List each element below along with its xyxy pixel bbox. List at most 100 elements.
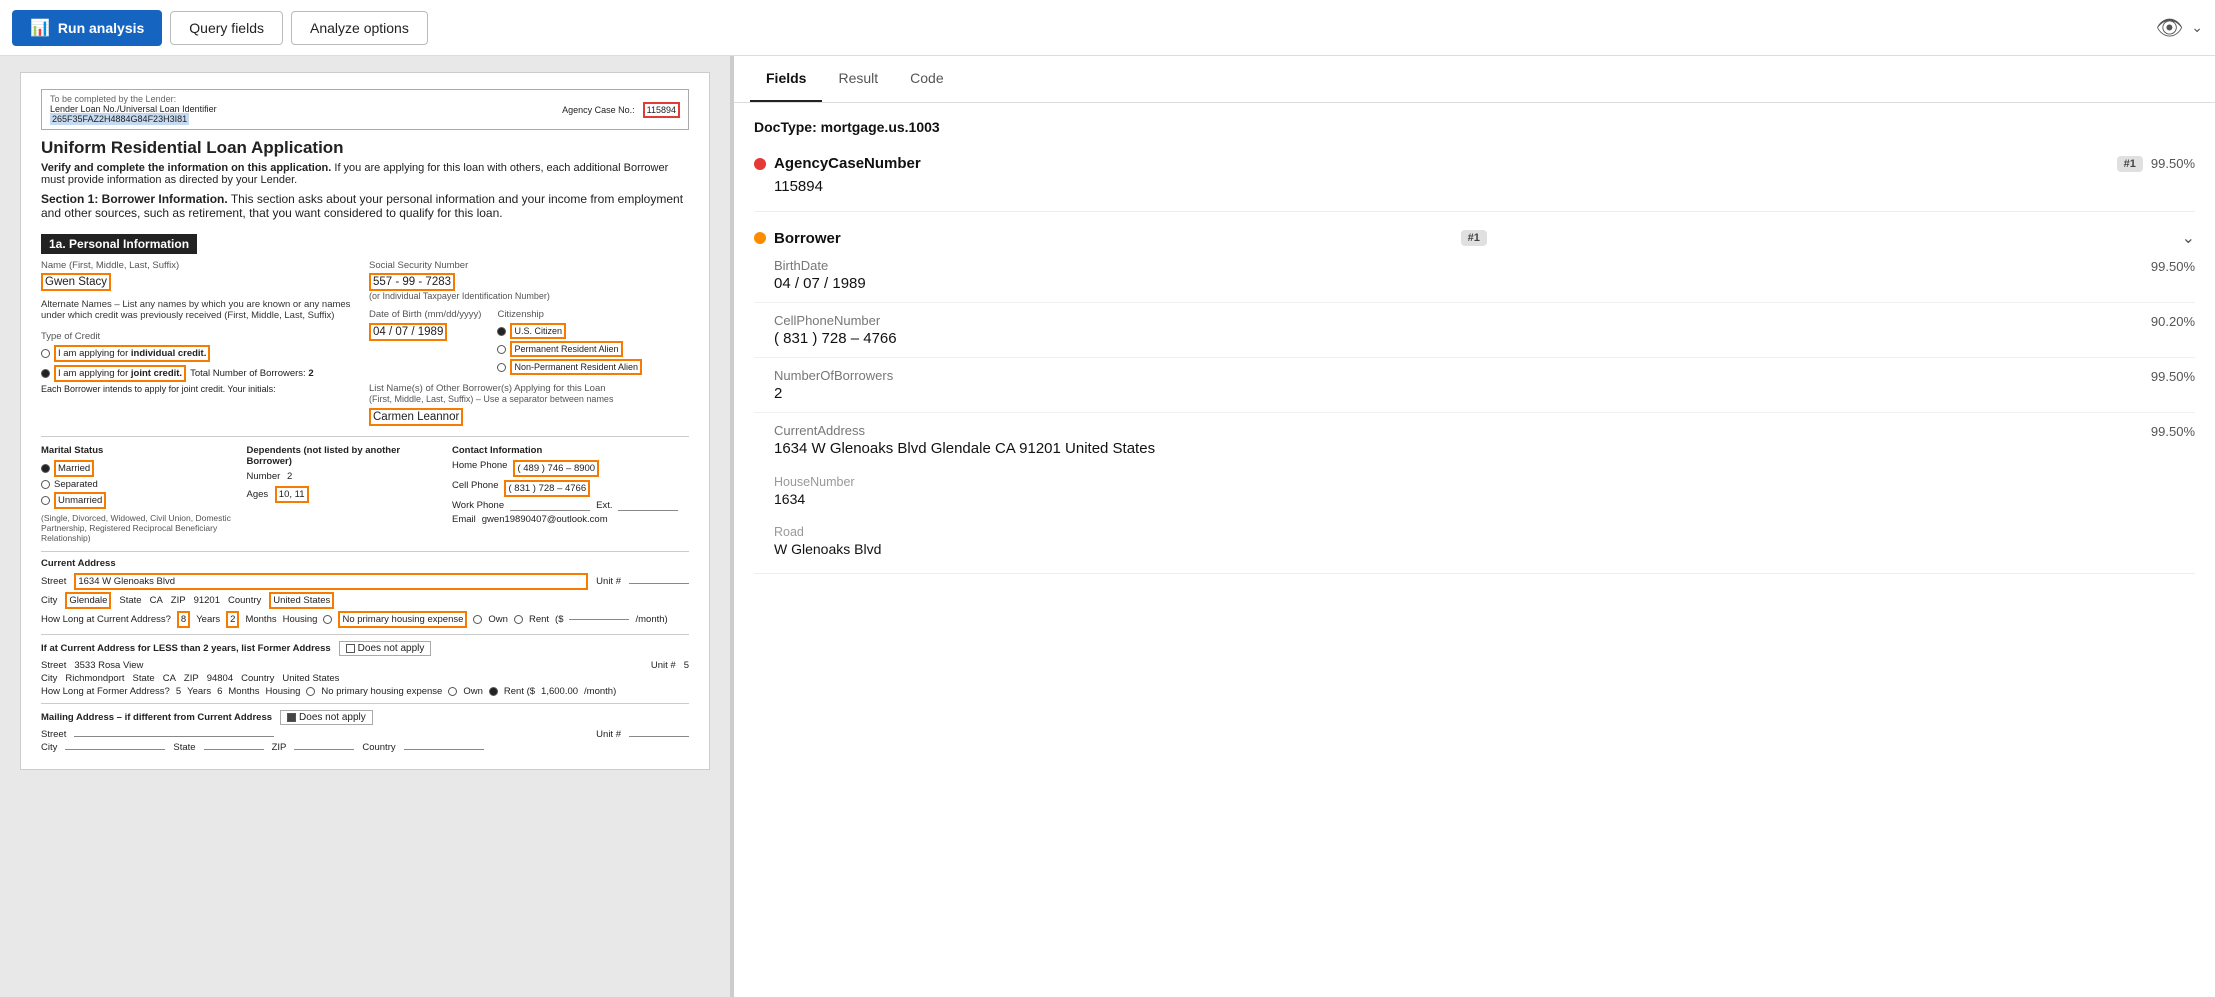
does-not-apply-checkbox-2 [287,713,296,722]
field-dot-red [754,158,766,170]
marital-married-label: Married [54,460,94,477]
work-phone-row: Work Phone Ext. [452,500,689,511]
road-label: Road [774,525,804,539]
agency-case-group: Agency Case No.: 115894 [562,102,680,118]
does-not-apply-checkbox-1 [346,644,355,653]
country-value: United States [269,592,334,609]
city-value: Glendale [65,592,111,609]
dob-section: Date of Birth (mm/dd/yyyy) 04 / 07 / 198… [369,309,481,375]
mailing-state-label: State [173,742,195,753]
lender-label: To be completed by the Lender: [50,94,217,104]
field-borrower-header[interactable]: Borrower #1 ⌄ [754,228,2195,248]
radio-us-citizen [497,327,506,336]
contact-label: Contact Information [452,445,689,456]
document-title: Uniform Residential Loan Application [41,138,689,158]
radio-former-own [448,687,457,696]
mailing-street-value [74,736,274,737]
mailing-city-value [65,749,165,750]
eye-icon[interactable]: 👁 [2155,15,2183,41]
dependents-number-row: Number 2 [247,471,445,482]
former-rent-value: 1,600.00 [541,686,578,697]
agency-case-label: Agency Case No.: [562,105,635,115]
analyze-options-button[interactable]: Analyze options [291,11,428,45]
tab-code[interactable]: Code [894,56,959,102]
doctype-label: DocType: [754,119,817,135]
mailing-city-label: City [41,742,57,753]
mailing-unit-label: Unit # [596,729,621,740]
radio-nonpermanent [497,363,506,372]
right-panel-content: DocType: mortgage.us.1003 AgencyCaseNumb… [734,103,2215,997]
house-number-value: 1634 [774,491,2195,507]
run-analysis-button[interactable]: 📊 Run analysis [12,10,162,46]
citizenship-permanent: Permanent Resident Alien [497,341,642,357]
radio-permanent [497,345,506,354]
tab-result[interactable]: Result [822,56,894,102]
current-address-field-confidence: 99.50% [2151,424,2195,439]
mailing-street-row: Street Unit # [41,729,689,740]
num-borrowers-field-label: NumberOfBorrowers [774,368,893,383]
city-label: City [41,595,57,606]
mailing-address-label: Mailing Address – if different from Curr… [41,712,272,723]
dependents-ages-value: 10, 11 [275,486,309,503]
run-analysis-label: Run analysis [58,20,144,36]
former-how-long-label: How Long at Former Address? [41,686,170,697]
citizenship-us: U.S. Citizen [497,323,642,339]
sub-field-birthdate: BirthDate 99.50% 04 / 07 / 1989 [754,258,2195,292]
main-layout: To be completed by the Lender: Lender Lo… [0,56,2215,997]
former-state-label: State [133,673,155,684]
personal-right: Social Security Number 557 - 99 - 7283 (… [369,260,689,426]
joint-note: Each Borrower intends to apply for joint… [41,384,361,394]
subtitle-bold: Verify and complete the information on t… [41,162,331,174]
credit-type-label: Type of Credit [41,331,361,342]
radio-joint [41,369,50,378]
collapse-icon[interactable]: ⌄ [2182,228,2195,248]
mailing-state-value [204,749,264,750]
marital-section: Marital Status Married Separated Unmarri… [41,445,239,543]
mailing-city-row: City State ZIP Country [41,742,689,753]
state-value: CA [150,595,163,606]
does-not-apply-2-text: Does not apply [299,712,366,723]
mailing-address-header: Mailing Address – if different from Curr… [41,710,689,725]
former-country-label: Country [241,673,274,684]
former-address-section: If at Current Address for LESS than 2 ye… [41,634,689,697]
does-not-apply-box-2: Does not apply [280,710,373,725]
field-agency-case-value: 115894 [754,178,2195,195]
dob-citizenship-row: Date of Birth (mm/dd/yyyy) 04 / 07 / 198… [369,309,689,375]
query-fields-button[interactable]: Query fields [170,11,283,45]
credit-type-section: Type of Credit I am applying for individ… [41,331,361,394]
radio-former-no-housing [306,687,315,696]
name-label: Name (First, Middle, Last, Suffix) [41,260,361,271]
lender-loan-value: 265F35FAZ2H4884G84F23H3I81 [50,113,189,125]
cellphone-confidence: 90.20% [2151,314,2195,329]
former-city-value: Richmondport [65,673,124,684]
dependents-ages-row: Ages 10, 11 [247,486,445,503]
cellphone-label: CellPhoneNumber [774,313,880,328]
field-borrower: Borrower #1 ⌄ BirthDate 99.50% 04 / 07 /… [754,228,2195,574]
zip-value: 91201 [194,595,220,606]
former-street-value: 3533 Rosa View [74,660,143,671]
work-phone-value [510,500,590,511]
years-value: 8 [177,611,190,628]
radio-rent [514,615,523,624]
rent-per-month: /month) [635,614,667,625]
housing-label: Housing [283,614,318,625]
doctype-row: DocType: mortgage.us.1003 [754,119,2195,135]
street-value: 1634 W Glenoaks Blvd [74,573,588,590]
current-address-section: Current Address Street 1634 W Glenoaks B… [41,551,689,628]
num-borrowers-value: 2 [308,368,313,379]
own-label: Own [488,614,508,625]
right-panel-tabs: Fields Result Code [734,56,2215,103]
field-dot-orange [754,232,766,244]
street-row: Street 1634 W Glenoaks Blvd Unit # [41,573,689,590]
chevron-down-icon[interactable]: ⌄ [2191,19,2203,36]
field-borrower-name: Borrower [774,230,1453,247]
years-label: Years [196,614,220,625]
former-housing-label: Housing [266,686,301,697]
field-agency-case-name: AgencyCaseNumber [774,155,2109,172]
tab-fields[interactable]: Fields [750,56,822,102]
work-phone-label: Work Phone [452,500,504,511]
cell-phone-label: Cell Phone [452,480,498,497]
home-phone-value: ( 489 ) 746 – 8900 [513,460,599,477]
lender-label-group: To be completed by the Lender: Lender Lo… [50,94,217,125]
sub-field-house-number: HouseNumber 1634 [754,467,2195,507]
